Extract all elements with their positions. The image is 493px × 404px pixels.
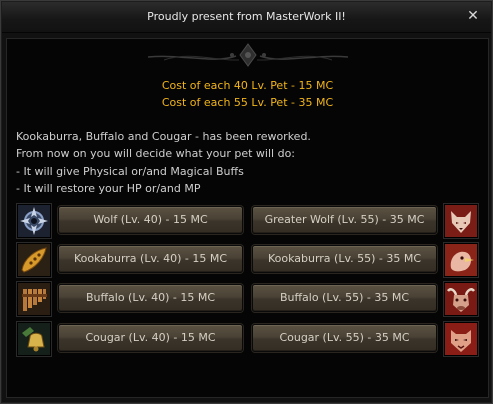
cougar-portrait-icon bbox=[444, 322, 478, 356]
buy-buffalo-lv55-button[interactable]: Buffalo (Lv. 55) - 35 MC bbox=[252, 284, 437, 312]
close-icon[interactable]: ✕ bbox=[465, 8, 481, 24]
description-line: - It will restore your HP or/and MP bbox=[16, 182, 201, 195]
kookaburra-portrait-icon bbox=[444, 243, 478, 277]
ocarina-icon bbox=[17, 243, 51, 277]
cost-lv40: Cost of each 40 Lv. Pet - 15 MC bbox=[161, 79, 334, 92]
title-bar[interactable]: Proudly present from MasterWork II! ✕ bbox=[2, 2, 491, 33]
pet-row-cougar: Cougar (Lv. 40) - 15 MC Cougar (Lv. 55) … bbox=[7, 322, 488, 358]
buy-kookaburra-lv40-button[interactable]: Kookaburra (Lv. 40) - 15 MC bbox=[58, 245, 243, 273]
pan-flute-icon bbox=[17, 282, 51, 316]
pet-row-wolf: Wolf (Lv. 40) - 15 MC Greater Wolf (Lv. … bbox=[7, 204, 488, 240]
buy-greater-wolf-lv55-button[interactable]: Greater Wolf (Lv. 55) - 35 MC bbox=[252, 206, 437, 234]
buy-wolf-lv40-button[interactable]: Wolf (Lv. 40) - 15 MC bbox=[58, 206, 243, 234]
description-line: - It will give Physical or/and Magical B… bbox=[16, 165, 244, 178]
pet-row-kookaburra: Kookaburra (Lv. 40) - 15 MC Kookaburra (… bbox=[7, 243, 488, 279]
buy-buffalo-lv40-button[interactable]: Buffalo (Lv. 40) - 15 MC bbox=[58, 284, 243, 312]
bell-icon bbox=[17, 322, 51, 356]
buy-cougar-lv55-button[interactable]: Cougar (Lv. 55) - 35 MC bbox=[252, 324, 437, 352]
window-title: Proudly present from MasterWork II! bbox=[147, 10, 346, 23]
pet-row-buffalo: Buffalo (Lv. 40) - 15 MC Buffalo (Lv. 55… bbox=[7, 282, 488, 318]
pet-shop-window: Proudly present from MasterWork II! ✕ Co… bbox=[0, 0, 493, 404]
buffalo-portrait-icon bbox=[444, 282, 478, 316]
ornament-divider-icon bbox=[147, 43, 349, 67]
cost-lv55: Cost of each 55 Lv. Pet - 35 MC bbox=[161, 96, 334, 109]
greater-wolf-portrait-icon bbox=[444, 204, 478, 238]
buy-cougar-lv40-button[interactable]: Cougar (Lv. 40) - 15 MC bbox=[58, 324, 243, 352]
wolf-collar-icon bbox=[17, 204, 51, 238]
content-panel: Cost of each 40 Lv. Pet - 15 MC Cost of … bbox=[6, 38, 489, 398]
buy-kookaburra-lv55-button[interactable]: Kookaburra (Lv. 55) - 35 MC bbox=[252, 245, 437, 273]
description-line: From now on you will decide what your pe… bbox=[16, 147, 296, 160]
description-line: Kookaburra, Buffalo and Cougar - has bee… bbox=[16, 130, 311, 143]
